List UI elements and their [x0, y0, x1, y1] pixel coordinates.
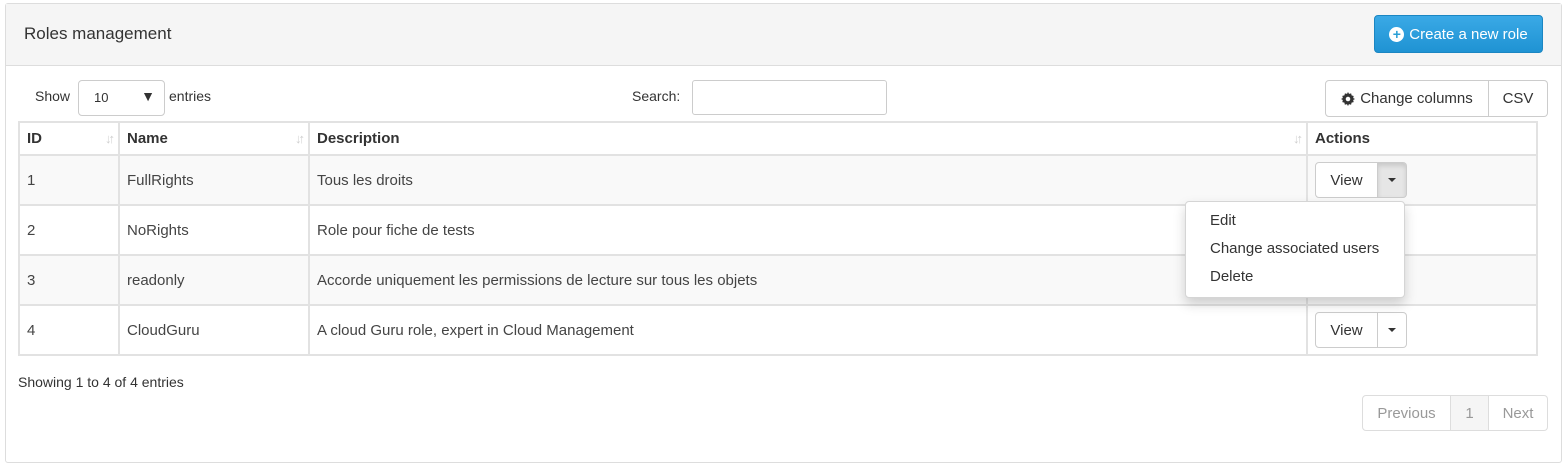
entries-label: entries	[169, 88, 212, 104]
caret-down-icon	[1388, 178, 1396, 182]
cell-id: 1	[18, 154, 120, 206]
table-header-row: ID ↓↑ Name ↓↑ Description ↓↑ Actions	[18, 121, 1538, 156]
table-row: 1 FullRights Tous les droits View	[18, 154, 1538, 206]
gear-icon	[1341, 91, 1356, 106]
menu-item-edit[interactable]: Edit	[1186, 210, 1404, 238]
cell-description: A cloud Guru role, expert in Cloud Manag…	[308, 304, 1308, 356]
search-label: Search:	[632, 88, 681, 104]
column-header-name[interactable]: Name ↓↑	[118, 121, 310, 156]
cell-id: 2	[18, 204, 120, 256]
column-header-actions: Actions	[1306, 121, 1538, 156]
search-input[interactable]	[692, 80, 887, 115]
menu-item-delete[interactable]: Delete	[1186, 266, 1404, 294]
cell-description: Role pour fiche de tests	[308, 204, 1308, 256]
column-header-description[interactable]: Description ↓↑	[308, 121, 1308, 156]
csv-button[interactable]: CSV	[1489, 80, 1548, 117]
caret-down-icon	[1388, 328, 1396, 332]
actions-dropdown-toggle[interactable]	[1378, 162, 1407, 198]
actions-dropdown-toggle[interactable]	[1378, 312, 1407, 348]
sort-icon: ↓↑	[295, 131, 305, 146]
sort-icon: ↓↑	[105, 131, 115, 146]
cell-name: FullRights	[118, 154, 310, 206]
cell-name: NoRights	[118, 204, 310, 256]
row-actions-menu: Edit Change associated users Delete	[1185, 201, 1405, 298]
sort-icon: ↓↑	[1293, 131, 1303, 146]
change-columns-label: Change columns	[1360, 90, 1473, 107]
table-info: Showing 1 to 4 of 4 entries	[18, 374, 184, 390]
cell-id: 3	[18, 254, 120, 306]
next-page-button[interactable]: Next	[1489, 395, 1548, 431]
cell-description: Accorde uniquement les permissions de le…	[308, 254, 1308, 306]
table-buttons: Change columns CSV	[1325, 80, 1548, 117]
row-action-group: View	[1315, 162, 1407, 198]
show-label: Show	[35, 88, 71, 104]
create-role-label: Create a new role	[1409, 25, 1528, 43]
cell-name: readonly	[118, 254, 310, 306]
plus-circle-icon: +	[1389, 26, 1405, 42]
page-title: Roles management	[24, 24, 172, 43]
column-header-id[interactable]: ID ↓↑	[18, 121, 120, 156]
cell-name: CloudGuru	[118, 304, 310, 356]
cell-description: Tous les droits	[308, 154, 1308, 206]
table-row: 4 CloudGuru A cloud Guru role, expert in…	[18, 304, 1538, 356]
menu-item-change-associated-users[interactable]: Change associated users	[1186, 238, 1404, 266]
view-button[interactable]: View	[1315, 162, 1378, 198]
panel-heading: Roles management + Create a new role	[6, 4, 1561, 66]
row-action-group: View	[1315, 312, 1407, 348]
previous-page-button[interactable]: Previous	[1362, 395, 1451, 431]
page-1-button[interactable]: 1	[1451, 395, 1489, 431]
change-columns-button[interactable]: Change columns	[1325, 80, 1489, 117]
page-length-value: 10	[94, 90, 109, 105]
view-button[interactable]: View	[1315, 312, 1378, 348]
cell-actions: View	[1306, 304, 1538, 356]
create-role-button[interactable]: + Create a new role	[1374, 15, 1543, 53]
chevron-down-icon: ▼	[141, 88, 155, 104]
cell-actions: View	[1306, 154, 1538, 206]
pagination: Previous 1 Next	[1362, 395, 1548, 431]
page-length-select[interactable]: 10 ▼	[78, 80, 165, 116]
cell-id: 4	[18, 304, 120, 356]
